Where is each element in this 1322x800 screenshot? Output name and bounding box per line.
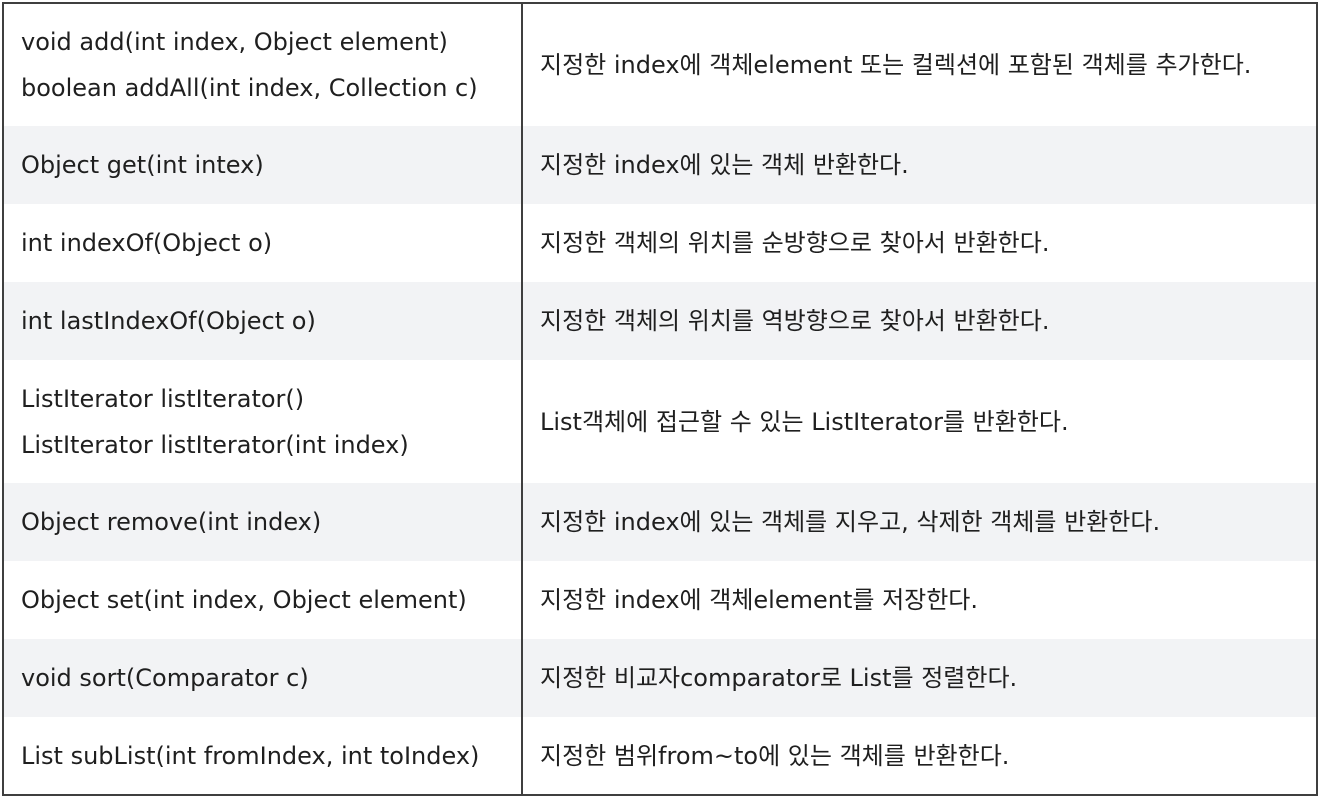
description-cell: List객체에 접근할 수 있는 ListIterator를 반환한다. xyxy=(522,360,1317,483)
method-signature: ListIterator listIterator() xyxy=(21,384,305,413)
description-cell: 지정한 범위from~to에 있는 객체를 반환한다. xyxy=(522,717,1317,795)
method-cell: Object remove(int index) xyxy=(3,483,523,561)
description-cell: 지정한 index에 있는 객체 반환한다. xyxy=(522,126,1317,204)
method-cell: void add(int index, Object element) bool… xyxy=(3,3,523,126)
method-cell: List subList(int fromIndex, int toIndex) xyxy=(3,717,523,795)
method-signature: void sort(Comparator c) xyxy=(21,664,309,692)
table-row: int lastIndexOf(Object o) 지정한 객체의 위치를 역방… xyxy=(3,282,1317,360)
description-cell: 지정한 객체의 위치를 순방향으로 찾아서 반환한다. xyxy=(522,204,1317,282)
description-cell: 지정한 index에 있는 객체를 지우고, 삭제한 객체를 반환한다. xyxy=(522,483,1317,561)
method-signature: int lastIndexOf(Object o) xyxy=(21,307,316,335)
table-row: ListIterator listIterator() ListIterator… xyxy=(3,360,1317,483)
table-row: Object get(int intex) 지정한 index에 있는 객체 반… xyxy=(3,126,1317,204)
method-cell: ListIterator listIterator() ListIterator… xyxy=(3,360,523,483)
method-cell: Object get(int intex) xyxy=(3,126,523,204)
method-signature: void add(int index, Object element) xyxy=(21,28,448,56)
description-cell: 지정한 index에 객체element 또는 컬렉션에 포함된 객체를 추가한… xyxy=(522,3,1317,126)
method-signature: int indexOf(Object o) xyxy=(21,229,273,257)
method-signature: List subList(int fromIndex, int toIndex) xyxy=(21,741,480,770)
table-row: void sort(Comparator c) 지정한 비교자comparato… xyxy=(3,639,1317,717)
table-row: Object set(int index, Object element) 지정… xyxy=(3,561,1317,639)
method-cell: void sort(Comparator c) xyxy=(3,639,523,717)
table-row: int indexOf(Object o) 지정한 객체의 위치를 순방향으로 … xyxy=(3,204,1317,282)
description-cell: 지정한 index에 객체element를 저장한다. xyxy=(522,561,1317,639)
table-row: Object remove(int index) 지정한 index에 있는 객… xyxy=(3,483,1317,561)
method-signature: Object get(int intex) xyxy=(21,151,264,179)
method-cell: Object set(int index, Object element) xyxy=(3,561,523,639)
method-signature: ListIterator listIterator(int index) xyxy=(21,430,409,459)
method-signature: Object remove(int index) xyxy=(21,508,322,536)
method-signature: Object set(int index, Object element) xyxy=(21,586,467,614)
method-cell: int indexOf(Object o) xyxy=(3,204,523,282)
list-methods-table: void add(int index, Object element) bool… xyxy=(2,2,1318,796)
method-signature: boolean addAll(int index, Collection c) xyxy=(21,74,478,102)
table-row: void add(int index, Object element) bool… xyxy=(3,3,1317,126)
table-row: List subList(int fromIndex, int toIndex)… xyxy=(3,717,1317,795)
description-cell: 지정한 객체의 위치를 역방향으로 찾아서 반환한다. xyxy=(522,282,1317,360)
method-cell: int lastIndexOf(Object o) xyxy=(3,282,523,360)
description-cell: 지정한 비교자comparator로 List를 정렬한다. xyxy=(522,639,1317,717)
